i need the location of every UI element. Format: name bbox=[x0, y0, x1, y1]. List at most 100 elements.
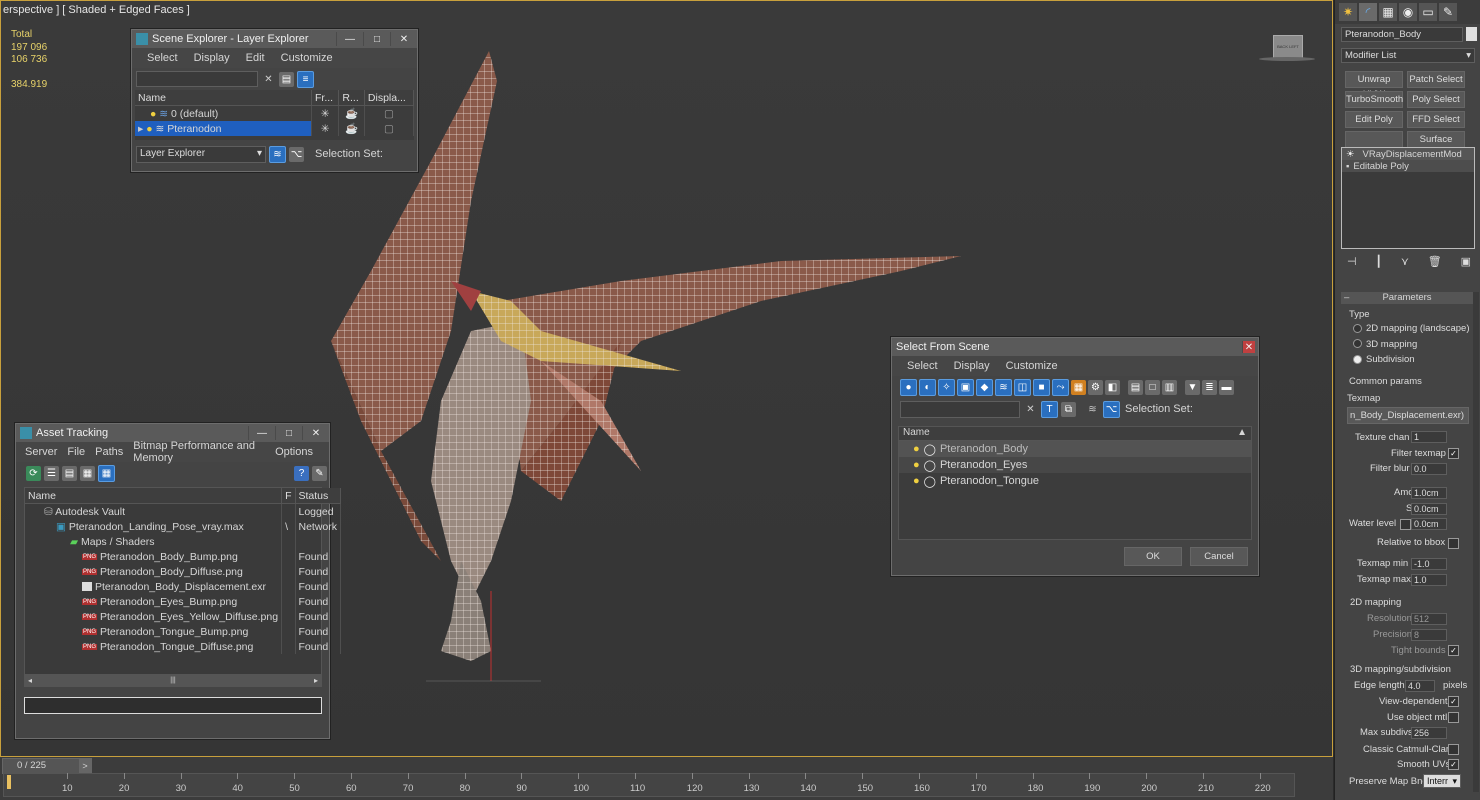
hierarchy-mode-icon[interactable]: ⌥ bbox=[1103, 400, 1120, 418]
select-from-scene-titlebar[interactable]: Select From Scene ✕ bbox=[892, 338, 1258, 356]
lights-filter-icon[interactable]: ✧ bbox=[938, 378, 955, 396]
motion-tab-icon[interactable]: ◉ bbox=[1399, 3, 1417, 21]
minimize-icon[interactable]: — bbox=[336, 32, 363, 46]
helpers-filter-icon[interactable]: ◆ bbox=[976, 378, 993, 396]
menu-edit[interactable]: Edit bbox=[246, 52, 265, 64]
asset-row[interactable]: ▰ Maps / Shaders bbox=[25, 534, 342, 549]
patch-select-button[interactable]: Patch Select bbox=[1407, 71, 1465, 88]
menu-options[interactable]: Options bbox=[275, 446, 313, 458]
display-box-icon[interactable]: ▢ bbox=[364, 121, 415, 136]
spacewarps-filter-icon[interactable]: ≋ bbox=[995, 378, 1012, 396]
type-subdivision-radio[interactable] bbox=[1353, 355, 1362, 364]
light-bulb-icon[interactable]: ☀ bbox=[1346, 149, 1355, 160]
amount-spinner[interactable]: 1.0cm bbox=[1411, 487, 1447, 499]
preserve-map-bnd-dropdown[interactable]: Interr ▾ bbox=[1423, 774, 1461, 788]
display-tab-icon[interactable]: ▭ bbox=[1419, 3, 1437, 21]
asset-row[interactable]: PNG Pteranodon_Eyes_Bump.png Found bbox=[25, 594, 342, 609]
menu-bitmap-performance[interactable]: Bitmap Performance and Memory bbox=[133, 440, 265, 464]
poly-select-button[interactable]: Poly Select bbox=[1407, 91, 1465, 108]
type-3d-label[interactable]: 3D mapping bbox=[1366, 339, 1417, 350]
col-render[interactable]: R... bbox=[338, 90, 365, 106]
expand-icon[interactable]: ▸ bbox=[138, 123, 143, 135]
menu-server[interactable]: Server bbox=[25, 446, 57, 458]
layer-mode-icon[interactable]: ≋ bbox=[269, 145, 286, 163]
cameras-filter-icon[interactable]: ▣ bbox=[957, 378, 974, 396]
col-name[interactable]: Name bbox=[25, 488, 283, 504]
water-level-checkbox[interactable] bbox=[1400, 519, 1411, 530]
clear-search-icon[interactable]: ✕ bbox=[261, 72, 276, 87]
minimize-icon[interactable]: — bbox=[248, 426, 275, 440]
catmull-clark-checkbox[interactable] bbox=[1448, 744, 1459, 755]
layer-row[interactable]: ▸ ● ≋ Pteranodon ✳ ☕ ▢ bbox=[135, 121, 415, 136]
make-unique-icon[interactable]: ⋎ bbox=[1401, 255, 1409, 268]
sync-icon[interactable]: ⧉ bbox=[1061, 401, 1076, 417]
menu-paths[interactable]: Paths bbox=[95, 446, 123, 458]
edit-poly-button[interactable]: Edit Poly bbox=[1345, 111, 1403, 128]
unwrap-uvw-button[interactable]: Unwrap UVW bbox=[1345, 71, 1403, 100]
collapse-icon[interactable]: ▬ bbox=[1219, 379, 1234, 395]
settings-icon[interactable]: ✎ bbox=[312, 465, 327, 481]
list-view-icon[interactable]: ☰ bbox=[44, 465, 59, 481]
asset-path-field[interactable] bbox=[24, 697, 322, 714]
refresh-icon[interactable]: ⟳ bbox=[26, 465, 41, 481]
display-invert-icon[interactable]: ▥ bbox=[1162, 379, 1177, 395]
col-name[interactable]: Name bbox=[135, 90, 312, 106]
sort-asc-icon[interactable]: ▲ bbox=[1237, 427, 1247, 440]
freeze-icon[interactable]: ✳ bbox=[311, 105, 340, 121]
hierarchy-tab-icon[interactable]: ▦ bbox=[1379, 3, 1397, 21]
object-list[interactable]: Name ▲ ● ◯ Pteranodon_Body ● ◯ Pteranodon… bbox=[898, 426, 1252, 540]
hidden-filter-icon[interactable]: ◧ bbox=[1105, 379, 1120, 395]
bulb-icon[interactable]: ● bbox=[150, 108, 156, 120]
max-subdivs-spinner[interactable]: 256 bbox=[1411, 727, 1447, 739]
explorer-type-dropdown[interactable]: Layer Explorer ▾ bbox=[136, 145, 266, 163]
scroll-thumb[interactable]: ||| bbox=[170, 677, 175, 684]
type-2d-label[interactable]: 2D mapping (landscape) bbox=[1366, 323, 1470, 334]
render-teapot-icon[interactable]: ☕ bbox=[338, 105, 365, 121]
hierarchy-mode-icon[interactable]: ⌥ bbox=[289, 146, 304, 162]
create-tab-icon[interactable]: ✷ bbox=[1339, 3, 1357, 21]
table-view-icon[interactable]: ▦ bbox=[98, 464, 115, 482]
asset-row[interactable]: ⛁ Autodesk Vault Logged bbox=[25, 503, 342, 519]
select-search-input[interactable] bbox=[900, 400, 1020, 418]
precision-spinner[interactable]: 8 bbox=[1411, 629, 1447, 641]
help-icon[interactable]: ? bbox=[294, 465, 309, 481]
asset-row[interactable]: ▣ Pteranodon_Landing_Pose_vray.max \ Net… bbox=[25, 519, 342, 534]
modifier-list-dropdown[interactable]: Modifier List ▾ bbox=[1341, 48, 1475, 63]
menu-file[interactable]: File bbox=[67, 446, 85, 458]
texture-chan-spinner[interactable]: 1 bbox=[1411, 431, 1447, 443]
relative-bbox-checkbox[interactable] bbox=[1448, 538, 1459, 549]
asset-row[interactable]: PNG Pteranodon_Tongue_Diffuse.png Found bbox=[25, 639, 342, 654]
utilities-tab-icon[interactable]: ✎ bbox=[1439, 3, 1457, 21]
layer-row[interactable]: ● ≋ 0 (default) ✳ ☕ ▢ bbox=[135, 105, 415, 121]
smooth-uvs-checkbox[interactable]: ✓ bbox=[1448, 759, 1459, 770]
horizontal-scrollbar[interactable]: ◂ ||| ▸ bbox=[25, 674, 321, 686]
texmap-min-spinner[interactable]: -1.0 bbox=[1411, 558, 1447, 570]
scroll-right-icon[interactable]: ▸ bbox=[314, 676, 318, 685]
texmap-button[interactable]: n_Body_Displacement.exr) bbox=[1347, 407, 1469, 424]
object-name-field[interactable]: Pteranodon_Body bbox=[1341, 27, 1463, 42]
render-teapot-icon[interactable]: ☕ bbox=[338, 121, 365, 136]
close-icon[interactable]: ✕ bbox=[1242, 341, 1255, 353]
pin-stack-icon[interactable]: ⊣ bbox=[1347, 255, 1357, 268]
object-row[interactable]: ● ◯ Pteranodon_Tongue bbox=[899, 473, 1251, 489]
view-dependent-checkbox[interactable]: ✓ bbox=[1448, 696, 1459, 707]
close-icon[interactable]: ✕ bbox=[390, 32, 417, 46]
filter-texmap-checkbox[interactable]: ✓ bbox=[1448, 448, 1459, 459]
filter-icon[interactable]: ▼ bbox=[1185, 379, 1200, 395]
find-case-icon[interactable]: T bbox=[1041, 400, 1058, 418]
geometry-filter-icon[interactable]: ● bbox=[900, 378, 917, 396]
menu-customize[interactable]: Customize bbox=[281, 52, 333, 64]
show-end-result-icon[interactable]: ┃ bbox=[1375, 255, 1382, 268]
clear-search-icon[interactable]: ✕ bbox=[1023, 402, 1038, 417]
menu-display[interactable]: Display bbox=[954, 360, 990, 372]
filter-blur-spinner[interactable]: 0.0 bbox=[1411, 463, 1447, 475]
maximize-icon[interactable]: □ bbox=[275, 426, 302, 440]
detail-view-icon[interactable]: ▤ bbox=[62, 465, 77, 481]
type-2d-radio[interactable] bbox=[1353, 324, 1362, 333]
modifier-stack[interactable]: ☀ VRayDisplacementMod ▪ Editable Poly bbox=[1341, 147, 1475, 249]
type-3d-radio[interactable] bbox=[1353, 339, 1362, 348]
col-display[interactable]: Displa... bbox=[364, 90, 415, 106]
scene-explorer-tree[interactable]: Name Fr... R... Displa... ● ≋ 0 (default… bbox=[135, 90, 415, 140]
asset-row[interactable]: PNG Pteranodon_Body_Bump.png Found bbox=[25, 549, 342, 564]
select-from-scene-dialog[interactable]: Select From Scene ✕ Select Display Custo… bbox=[891, 337, 1259, 576]
